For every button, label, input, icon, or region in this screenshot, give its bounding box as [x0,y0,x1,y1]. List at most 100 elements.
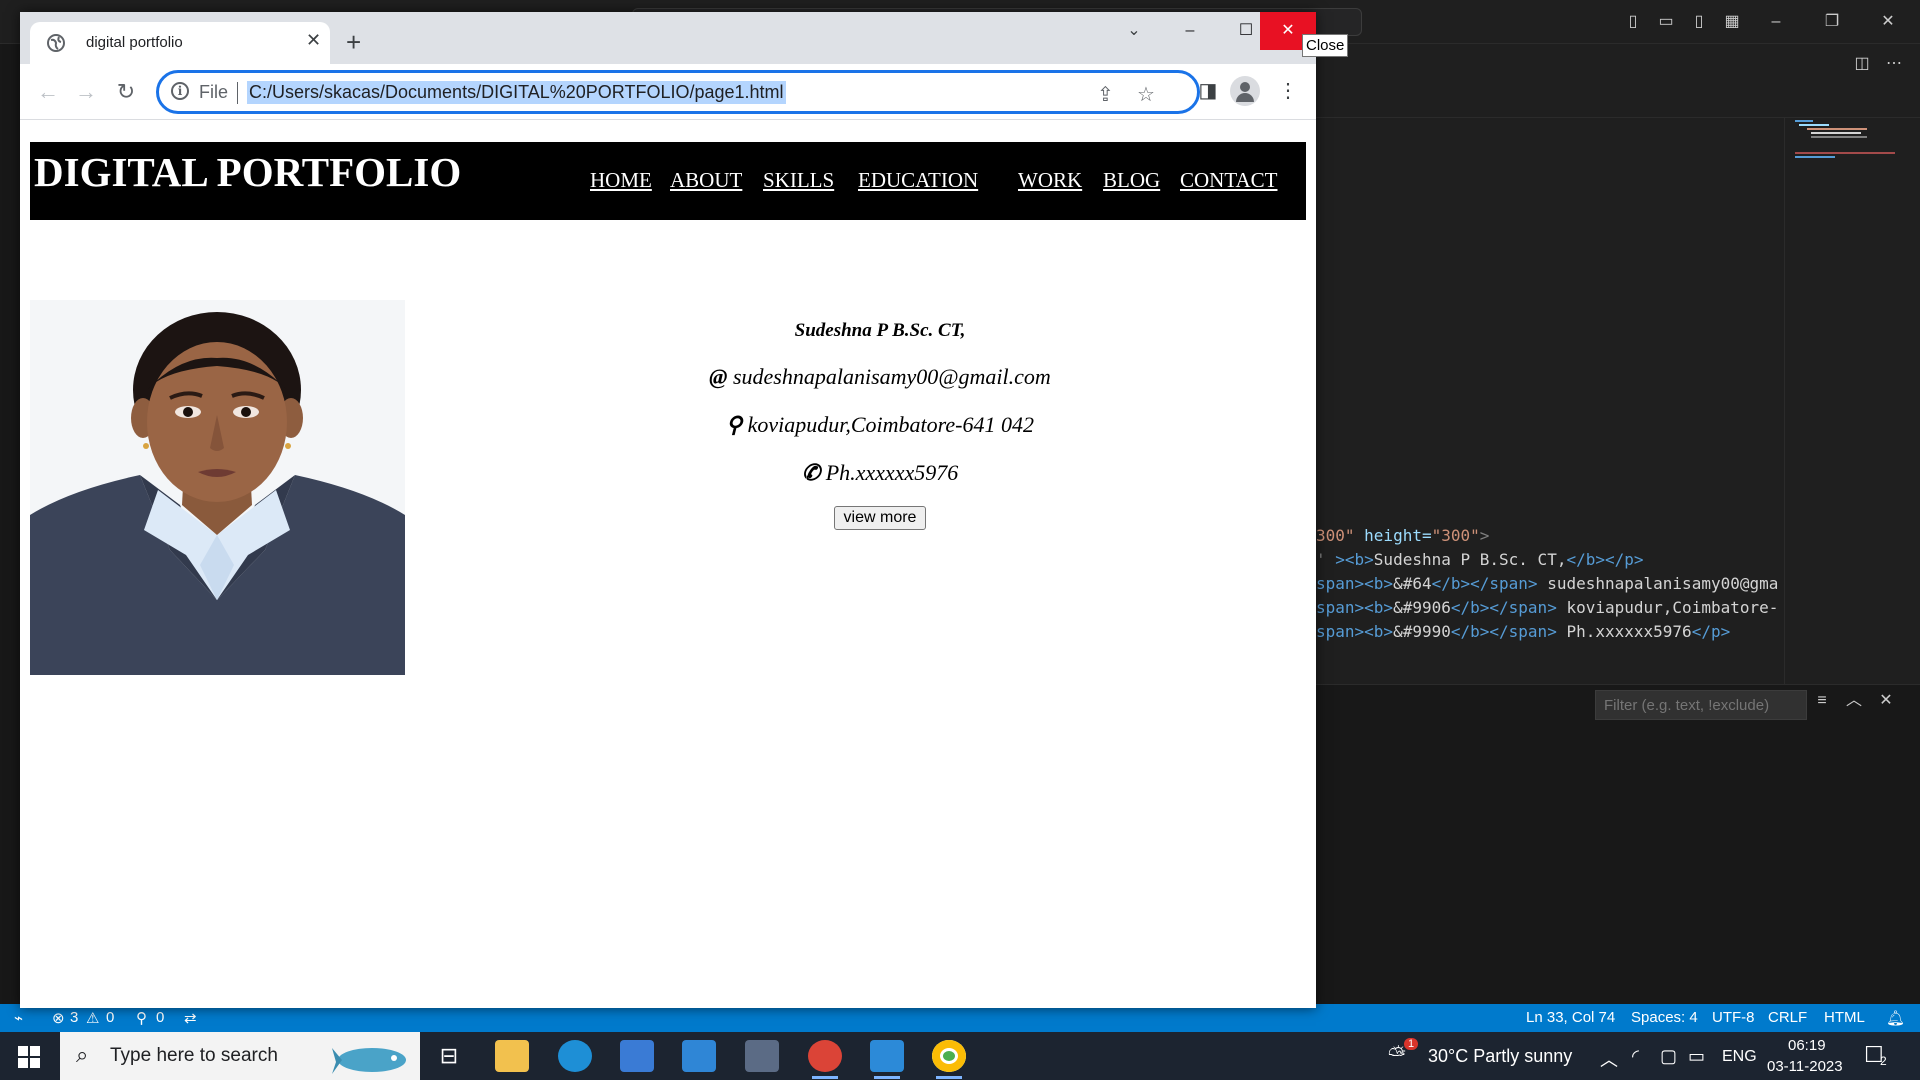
minimap[interactable] [1784,118,1904,684]
weather-badge: 1 [1404,1038,1419,1050]
weather-text[interactable]: 30°C Partly sunny [1428,1046,1572,1067]
address-bar[interactable]: i File C:/Users/skacas/Documents/DIGITAL… [156,70,1200,114]
maximize-panel-icon[interactable]: ︿ [1844,691,1864,711]
tab-title: digital portfolio [86,34,183,51]
code-token: 300" [1316,526,1355,545]
location-pin-icon: ⚲ [725,412,743,437]
chrome-icon[interactable] [932,1040,966,1079]
tab-search-icon[interactable]: ⌄ [1106,12,1162,50]
status-bar: ⌁ ⊗ 3 ⚠ 0 ⚲ 0 ⇄ Ln 33, Col 74 Spaces: 4 … [0,1004,1920,1032]
toggle-secondary-sidebar-icon[interactable]: ▯ [1689,12,1709,32]
editor-tabs: ◫ ⋯ [1316,44,1920,118]
live-share-icon[interactable]: ⇄ [184,1009,197,1027]
code-token: koviapudur,Coimbatore- [1556,598,1779,617]
cursor-position[interactable]: Ln 33, Col 74 [1526,1009,1615,1026]
more-actions-icon[interactable]: ⋯ [1884,54,1904,74]
tray-chevron-icon[interactable]: ︿ [1600,1046,1618,1072]
menu-kebab-icon[interactable]: ⋮ [1274,78,1302,103]
vscode-icon[interactable] [870,1040,904,1079]
battery-icon[interactable]: ▭ [1688,1046,1705,1067]
windows-start-icon[interactable] [18,1046,40,1068]
file-chip[interactable]: File [199,82,228,103]
code-token: height= [1354,526,1432,545]
nav-skills[interactable]: SKILLS [763,168,834,193]
code-token: sudeshnapalanisamy00@gma [1537,574,1779,593]
url-text[interactable]: C:/Users/skacas/Documents/DIGITAL%20PORT… [247,81,786,104]
error-count[interactable]: 3 [70,1009,78,1026]
code-token: Ph.xxxxxx5976 [1556,622,1692,641]
microsoft-store-icon[interactable] [620,1040,654,1072]
code-token: &#9990 [1393,622,1451,641]
toggle-panel-icon[interactable]: ▭ [1656,12,1676,32]
input-language[interactable]: ENG [1722,1048,1757,1066]
nav-contact[interactable]: CONTACT [1180,168,1277,193]
location-text: koviapudur,Coimbatore-641 042 [747,412,1034,437]
minimize-icon[interactable]: – [1766,12,1786,32]
split-editor-icon[interactable]: ◫ [1852,54,1872,74]
network-icon[interactable]: ◜ [1632,1046,1639,1067]
clock-date[interactable]: 03-11-2023 [1767,1058,1843,1075]
nav-education[interactable]: EDUCATION [858,168,978,193]
ports-icon[interactable]: ⚲ [136,1009,147,1027]
warning-icon[interactable]: ⚠ [86,1009,99,1027]
notifications-bell-icon[interactable]: 🔔︎ [1886,1009,1905,1027]
site-title: DIGITAL PORTFOLIO [34,149,462,195]
nav-about[interactable]: ABOUT [670,168,742,193]
share-icon[interactable]: ⇪ [1097,82,1114,107]
contact-info: Sudeshna P B.Sc. CT, @ sudeshnapalanisam… [480,320,1280,530]
code-token: Sudeshna P B.Sc. CT, [1373,550,1567,569]
code-token: span><b> [1316,622,1394,641]
nav-blog[interactable]: BLOG [1103,168,1160,193]
site-info-icon[interactable]: i [171,82,189,100]
taskbar-search[interactable]: ⌕ Type here to search [60,1032,420,1080]
web-page: DIGITAL PORTFOLIO HOME ABOUT SKILLS EDUC… [20,120,1316,1008]
restore-icon[interactable]: ❐ [1822,12,1842,32]
code-token: span><b> [1316,598,1394,617]
code-token: </p> [1691,622,1731,641]
code-line: ' ><b>Sudeshna P B.Sc. CT,</b></p> [1316,548,1784,572]
meet-icon[interactable]: ▢ [1660,1046,1677,1067]
site-header: DIGITAL PORTFOLIO HOME ABOUT SKILLS EDUC… [30,142,1306,220]
reload-button[interactable]: ↻ [112,78,140,106]
clock-time[interactable]: 06:19 [1788,1037,1826,1054]
browser-tab[interactable]: digital portfolio ✕ [30,22,330,64]
profile-avatar-icon[interactable] [1230,76,1260,106]
view-more-button[interactable]: view more [833,506,927,530]
indentation[interactable]: Spaces: 4 [1631,1009,1698,1026]
app-icon[interactable] [745,1040,779,1072]
errors-icon[interactable]: ⊗ [52,1009,65,1027]
close-panel-icon[interactable]: ✕ [1876,691,1896,711]
panel-filter-input[interactable] [1595,690,1807,720]
remote-icon[interactable]: ⌁ [14,1009,23,1027]
tab-strip: digital portfolio ✕ + ⌄ – ☐ ✕ [20,12,1316,64]
customize-layout-icon[interactable]: ▦ [1722,12,1742,32]
bookmark-star-icon[interactable]: ☆ [1137,82,1155,107]
nav-home[interactable]: HOME [590,168,652,193]
weather-icon[interactable]: ⛅︎ [1388,1042,1406,1068]
back-button[interactable]: ← [34,78,62,106]
language-mode[interactable]: HTML [1824,1009,1865,1026]
forward-button[interactable]: → [72,78,100,106]
line-ending[interactable]: CRLF [1768,1009,1807,1026]
task-view-icon[interactable]: ⊟ [432,1040,466,1072]
encoding[interactable]: UTF-8 [1712,1009,1755,1026]
tab-close-icon[interactable]: ✕ [306,30,321,51]
edge-icon[interactable] [558,1040,592,1072]
toggle-sidebar-icon[interactable]: ▯ [1623,12,1643,32]
email-text: sudeshnapalanisamy00@gmail.com [732,364,1051,389]
ports-count[interactable]: 0 [156,1009,164,1026]
nav-work[interactable]: WORK [1018,168,1082,193]
search-icon: ⌕ [76,1042,89,1067]
close-icon[interactable]: ✕ [1878,12,1898,32]
mail-icon[interactable] [682,1040,716,1072]
side-panel-icon[interactable]: ◨ [1194,78,1222,103]
code-token: &#9906 [1393,598,1451,617]
profile-photo [30,300,405,675]
browser-window: digital portfolio ✕ + ⌄ – ☐ ✕ ← → ↻ i Fi… [20,12,1316,1008]
new-tab-button[interactable]: + [346,29,361,55]
warning-count[interactable]: 0 [106,1009,114,1026]
word-wrap-icon[interactable]: ≡ [1812,691,1832,711]
file-explorer-icon[interactable] [495,1040,529,1072]
minimize-button[interactable]: – [1162,12,1218,50]
chrome-profile-icon[interactable] [808,1040,842,1079]
